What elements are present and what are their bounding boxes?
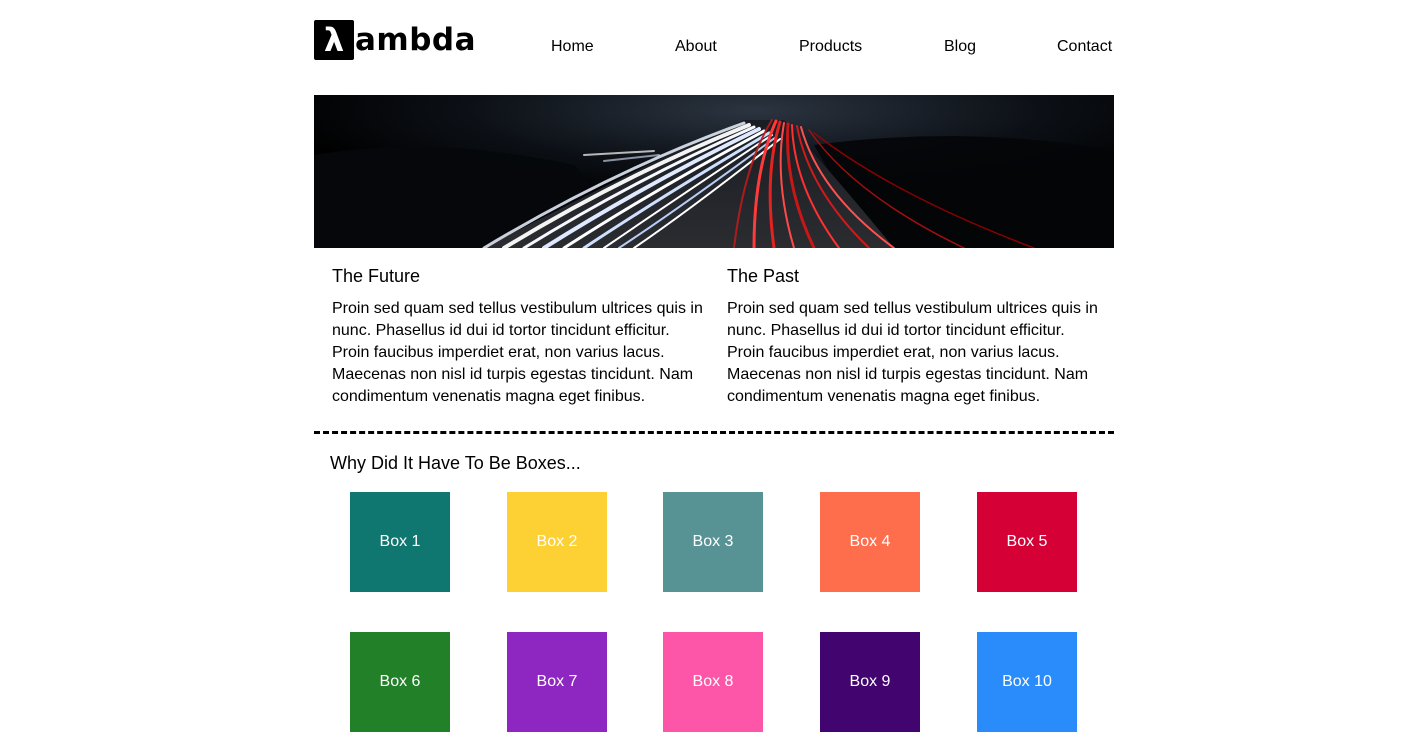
nav-home[interactable]: Home	[551, 37, 594, 57]
box-2: Box 2	[507, 492, 607, 592]
column-body: Proin sed quam sed tellus vestibulum ult…	[727, 300, 1098, 405]
box-9: Box 9	[820, 632, 920, 732]
column-past: The Past Proin sed quam sed tellus vesti…	[727, 264, 1099, 408]
column-body: Proin sed quam sed tellus vestibulum ult…	[332, 300, 703, 405]
box-5: Box 5	[977, 492, 1077, 592]
box-7: Box 7	[507, 632, 607, 732]
column-future: The Future Proin sed quam sed tellus ves…	[332, 264, 704, 408]
nav-about[interactable]: About	[675, 37, 717, 57]
box-3: Box 3	[663, 492, 763, 592]
hero-image	[314, 95, 1114, 248]
box-8: Box 8	[663, 632, 763, 732]
column-title: The Past	[727, 266, 800, 286]
box-10: Box 10	[977, 632, 1077, 732]
dashed-divider	[314, 431, 1114, 434]
nav-blog[interactable]: Blog	[944, 37, 976, 57]
main-nav: Home About Products Blog Contact	[314, 37, 1114, 57]
box-1: Box 1	[350, 492, 450, 592]
nav-products[interactable]: Products	[799, 37, 862, 57]
site-header: λ ambda Home About Products Blog Contact	[314, 20, 1114, 62]
box-6: Box 6	[350, 632, 450, 732]
box-4: Box 4	[820, 492, 920, 592]
boxes-section-title: Why Did It Have To Be Boxes...	[330, 453, 581, 473]
nav-contact[interactable]: Contact	[1057, 37, 1112, 57]
column-title: The Future	[332, 266, 421, 286]
light-trails-image	[314, 95, 1114, 248]
